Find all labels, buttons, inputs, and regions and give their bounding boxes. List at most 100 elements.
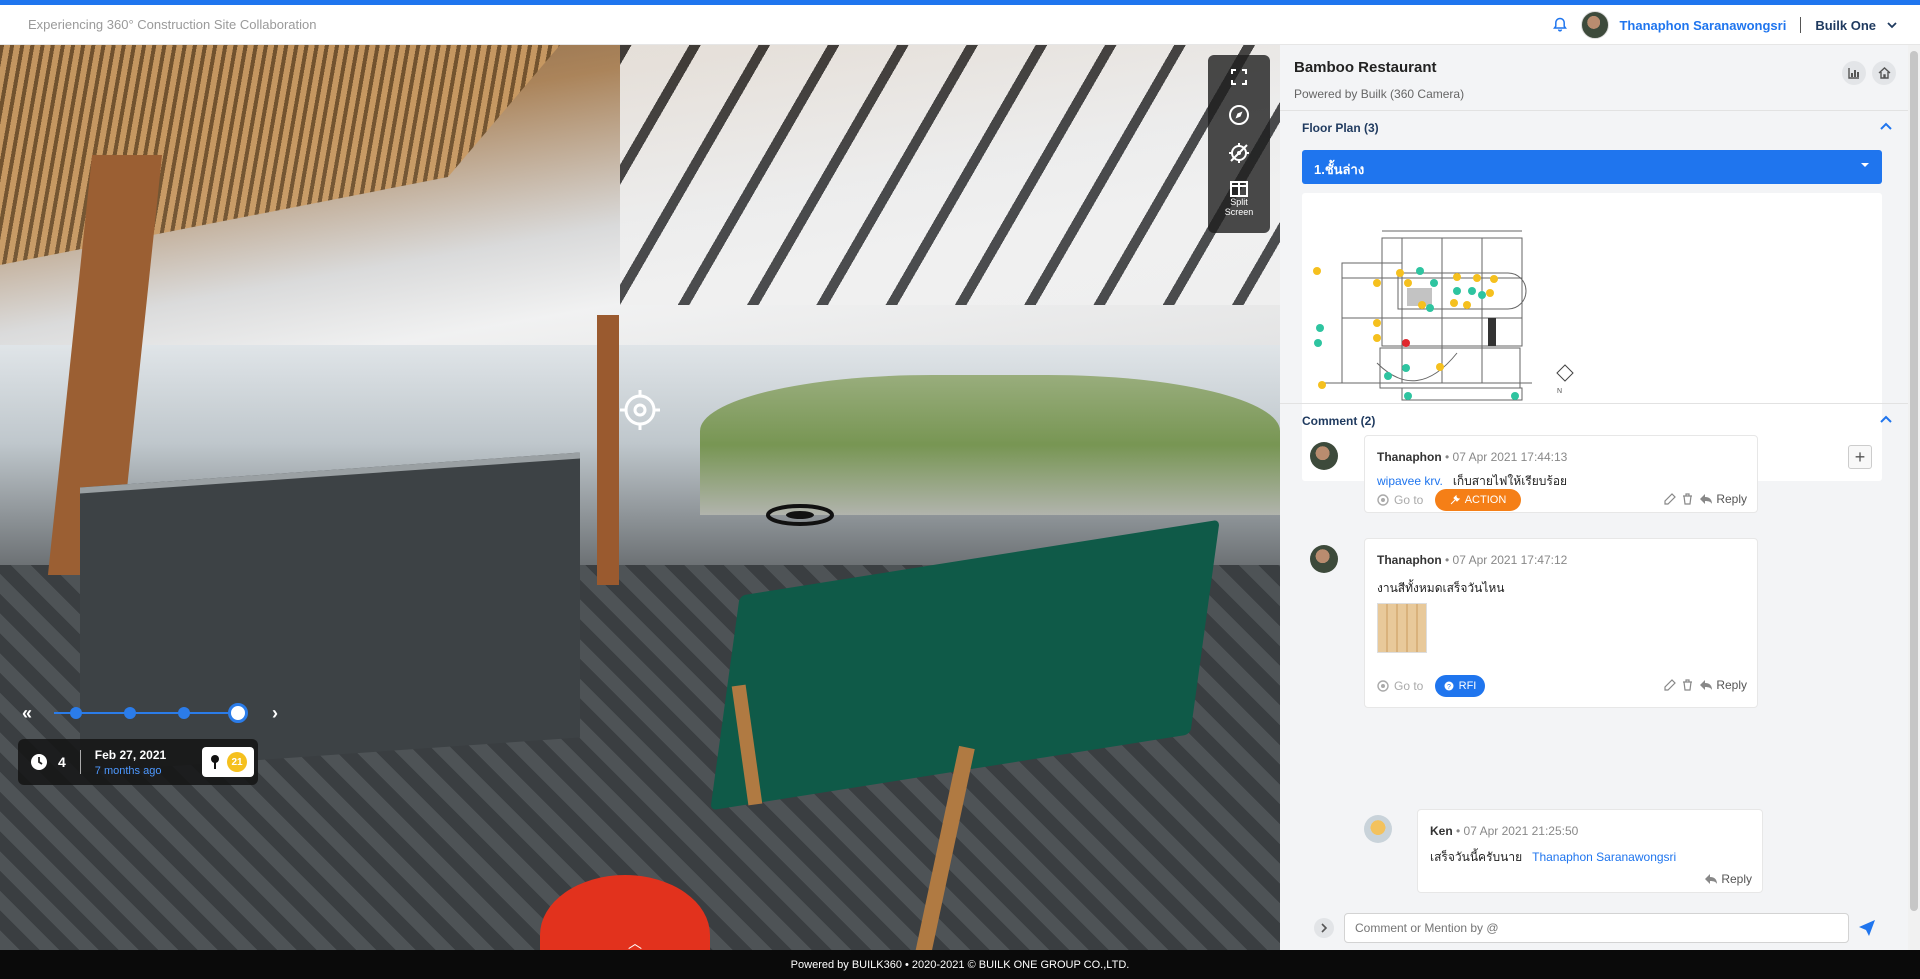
action-tag[interactable]: ACTION (1435, 489, 1521, 511)
footer: Powered by BUILK360 • 2020-2021 © BUILK … (0, 950, 1920, 979)
floor-select[interactable]: 1.ชั้นล่าง (1302, 150, 1882, 184)
org-switcher-label[interactable]: Builk One (1815, 18, 1876, 33)
panorama-viewer[interactable]: Split Screen « › 4 Feb 27, 2021 7 months… (0, 45, 1280, 950)
comment-author: Thanaphon (1377, 553, 1442, 567)
chevron-up-icon[interactable]: ︿ (628, 933, 642, 950)
reply-meta: Ken • 07 Apr 2021 21:25:50 (1430, 824, 1578, 838)
compass-button[interactable] (1219, 101, 1259, 129)
goto-button[interactable]: Go to (1377, 493, 1423, 507)
goto-label: Go to (1394, 493, 1424, 507)
project-title: Bamboo Restaurant (1294, 59, 1437, 76)
reply-icon (1699, 494, 1712, 504)
comment-author-avatar (1310, 545, 1338, 573)
snapshot-date: Feb 27, 2021 (94, 747, 167, 762)
goto-button[interactable]: Go to (1377, 679, 1423, 693)
info-divider (79, 750, 81, 774)
reply-text: เสร็จวันนี้ครับนาย (1430, 850, 1523, 864)
zoom-in-button[interactable]: + (1848, 445, 1872, 469)
comment-attachment-image[interactable] (1377, 603, 1427, 653)
snapshot-relative-date: 7 months ago (94, 764, 162, 777)
target-icon (1377, 680, 1389, 692)
comment-text: งานสีทั้งหมดเสร็จวันไหน (1377, 581, 1505, 595)
pano-trees (700, 375, 1280, 515)
reply-button[interactable]: Reply (1704, 872, 1752, 886)
panel-scrollbar[interactable] (1908, 45, 1920, 950)
timeline-snapshot-dot[interactable] (124, 707, 136, 719)
pin-icon (211, 755, 219, 769)
chevron-down-icon[interactable] (1886, 19, 1898, 31)
snapshot-count: 4 (58, 754, 66, 770)
timeline-snapshot-dot[interactable] (178, 707, 190, 719)
user-name[interactable]: Thanaphon Saranawongsri (1619, 18, 1786, 33)
split-screen-icon (1230, 181, 1248, 197)
pano-roof-truss (620, 45, 1280, 305)
gyro-off-button[interactable] (1219, 139, 1259, 167)
fullscreen-button[interactable] (1219, 63, 1259, 91)
project-subtitle: Powered by Builk (360 Camera) (1294, 87, 1465, 101)
split-label: Screen (1224, 207, 1254, 217)
comment-section-header[interactable]: Comment (2) (1280, 403, 1908, 433)
compass-icon (1229, 105, 1249, 125)
pin-count-badge: 21 (227, 752, 247, 772)
home-icon (1878, 67, 1890, 79)
send-icon[interactable] (1858, 919, 1876, 937)
bell-icon[interactable] (1549, 14, 1571, 36)
floor-plan-heading: Floor Plan (3) (1302, 121, 1379, 135)
fullscreen-icon (1231, 69, 1247, 85)
mention-link[interactable]: wipavee krv. (1377, 474, 1443, 488)
pins-toggle-button[interactable]: 21 (202, 747, 254, 777)
trash-icon[interactable] (1682, 679, 1693, 691)
caret-down-icon (1861, 163, 1869, 167)
scrollbar-thumb[interactable] (1910, 51, 1918, 911)
reply-time: • 07 Apr 2021 21:25:50 (1456, 824, 1579, 838)
timeline-snapshot-dot-selected[interactable] (228, 703, 248, 723)
wrench-icon (1450, 495, 1460, 505)
timeline-prev-button[interactable]: « (22, 704, 32, 722)
edit-icon[interactable] (1664, 679, 1676, 691)
comment-composer (1302, 913, 1897, 943)
edit-icon[interactable] (1664, 493, 1676, 505)
timeline-snapshot-dot[interactable] (70, 707, 82, 719)
crosshair-target-icon[interactable] (618, 388, 662, 432)
pano-column (597, 315, 619, 585)
chevron-up-icon[interactable] (1878, 411, 1894, 427)
floor-plan-section-header[interactable]: Floor Plan (3) (1280, 110, 1908, 140)
bar-chart-icon (1848, 68, 1859, 79)
split-screen-button[interactable]: Split Screen (1219, 177, 1259, 221)
snapshot-info-bar: 4 Feb 27, 2021 7 months ago 21 (18, 739, 258, 785)
snapshot-timeline: « › (22, 700, 292, 726)
question-icon: ? (1444, 681, 1454, 691)
comment-author-avatar (1310, 442, 1338, 470)
timeline-next-button[interactable]: › (272, 704, 278, 722)
reply-button[interactable]: Reply (1699, 678, 1747, 692)
user-avatar[interactable] (1581, 11, 1610, 39)
action-tag-label: ACTION (1464, 494, 1507, 506)
reply-button[interactable]: Reply (1699, 492, 1747, 506)
comment-text: เก็บสายไฟให้เรียบร้อย (1452, 474, 1568, 488)
footer-text: Powered by BUILK360 • 2020-2021 © BUILK … (790, 958, 1130, 971)
mention-link[interactable]: Thanaphon Saranawongsri (1532, 850, 1676, 864)
rfi-tag[interactable]: ? RFI (1435, 675, 1485, 697)
chevron-right-icon (1321, 923, 1328, 933)
report-button[interactable] (1842, 61, 1866, 85)
target-icon (1377, 494, 1389, 506)
expand-composer-button[interactable] (1314, 918, 1334, 938)
header-divider (1800, 17, 1802, 33)
trash-icon[interactable] (1682, 493, 1693, 505)
clock-icon (31, 754, 47, 770)
reply-label: Reply (1721, 872, 1752, 886)
comment-time: • 07 Apr 2021 17:44:13 (1445, 450, 1568, 464)
reply-author-avatar (1364, 815, 1392, 843)
reply-card: Ken • 07 Apr 2021 21:25:50 เสร็จวันนี้คร… (1417, 809, 1763, 893)
app-title: Experiencing 360° Construction Site Coll… (28, 17, 317, 32)
navigation-hotspot-icon[interactable] (765, 503, 835, 527)
comment-card: Thanaphon • 07 Apr 2021 17:44:13 wipavee… (1364, 435, 1758, 513)
comment-time: • 07 Apr 2021 17:47:12 (1445, 553, 1568, 567)
home-button[interactable] (1872, 61, 1896, 85)
gyro-off-icon (1229, 143, 1249, 163)
reply-icon (1699, 680, 1712, 690)
comment-heading: Comment (2) (1302, 414, 1376, 428)
chevron-up-icon[interactable] (1878, 118, 1894, 134)
top-header: Experiencing 360° Construction Site Coll… (0, 5, 1920, 45)
comment-input[interactable] (1344, 913, 1849, 943)
